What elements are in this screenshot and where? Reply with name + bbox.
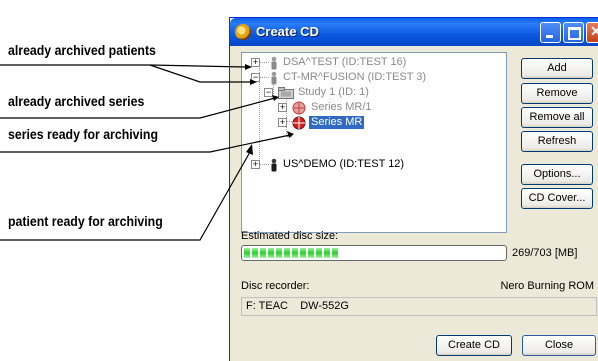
study-folder-icon: [278, 87, 294, 99]
disc-recorder-label: Disc recorder:: [241, 280, 310, 292]
options-button[interactable]: Options...: [521, 164, 593, 185]
tree-item-label: Study 1 (ID: 1): [298, 86, 369, 98]
progress-segment: [300, 248, 306, 258]
disc-recorder-field: F: TEAC DW-552G: [241, 297, 597, 316]
patient-icon: [271, 56, 277, 70]
estimated-size-label: Estimated disc size:: [241, 230, 339, 242]
progress-segment: [268, 248, 274, 258]
annotation-archived-series: already archived series: [8, 93, 145, 109]
recorder-software-label: Nero Burning ROM: [500, 280, 594, 292]
progress-segment: [316, 248, 322, 258]
refresh-button[interactable]: Refresh: [521, 131, 593, 152]
progress-segment: [276, 248, 282, 258]
create-cd-button[interactable]: Create CD: [436, 335, 512, 356]
tree-item-label: Series MR: [309, 116, 365, 129]
progress-segment: [260, 248, 266, 258]
annotation-patient-ready: patient ready for archiving: [8, 213, 163, 229]
progress-segment: [284, 248, 290, 258]
title-bar[interactable]: Create CD: [230, 18, 598, 46]
progress-segment: [324, 248, 330, 258]
expand-toggle[interactable]: +: [251, 58, 260, 67]
cd-cover-button[interactable]: CD Cover...: [521, 188, 593, 209]
series-icon: [292, 101, 306, 115]
tree-item-label: DSA^TEST (ID:TEST 16): [283, 56, 407, 68]
patient-tree[interactable]: + DSA^TEST (ID:TEST 16) − CT-MR^FUSION (…: [241, 52, 507, 233]
tree-item-label: CT-MR^FUSION (ID:TEST 3): [283, 71, 427, 83]
series-icon: [292, 116, 306, 130]
annotation-archived-patients: already archived patients: [8, 42, 156, 58]
annotation-series-ready: series ready for archiving: [8, 126, 158, 142]
create-cd-window: Create CD + DSA^TEST (ID:TEST 16) −: [229, 17, 598, 361]
progress-segment: [292, 248, 298, 258]
tree-item-label: US^DEMO (ID:TEST 12): [283, 158, 405, 170]
add-button[interactable]: Add: [521, 58, 593, 79]
progress-segment: [252, 248, 258, 258]
expand-toggle[interactable]: +: [278, 118, 287, 127]
progress-segment: [244, 248, 250, 258]
minimize-button[interactable]: [540, 22, 561, 43]
close-window-button[interactable]: [586, 22, 598, 43]
remove-all-button[interactable]: Remove all: [521, 107, 593, 128]
collapse-toggle[interactable]: −: [264, 88, 273, 97]
progress-fill: [244, 248, 344, 258]
window-title: Create CD: [256, 24, 319, 39]
cd-icon: [235, 24, 251, 40]
collapse-toggle[interactable]: −: [251, 73, 260, 82]
tree-item-label: Series MR/1: [311, 101, 372, 113]
patient-icon: [271, 158, 277, 172]
expand-toggle[interactable]: +: [251, 160, 260, 169]
expand-toggle[interactable]: +: [278, 103, 287, 112]
progress-segment: [308, 248, 314, 258]
patient-icon: [271, 71, 277, 85]
progress-segment: [332, 248, 338, 258]
maximize-button[interactable]: [563, 22, 584, 43]
close-button[interactable]: Close: [522, 335, 596, 356]
remove-button[interactable]: Remove: [521, 83, 593, 104]
disc-size-progress: [241, 245, 507, 261]
disc-size-value: 269/703 [MB]: [512, 247, 578, 259]
